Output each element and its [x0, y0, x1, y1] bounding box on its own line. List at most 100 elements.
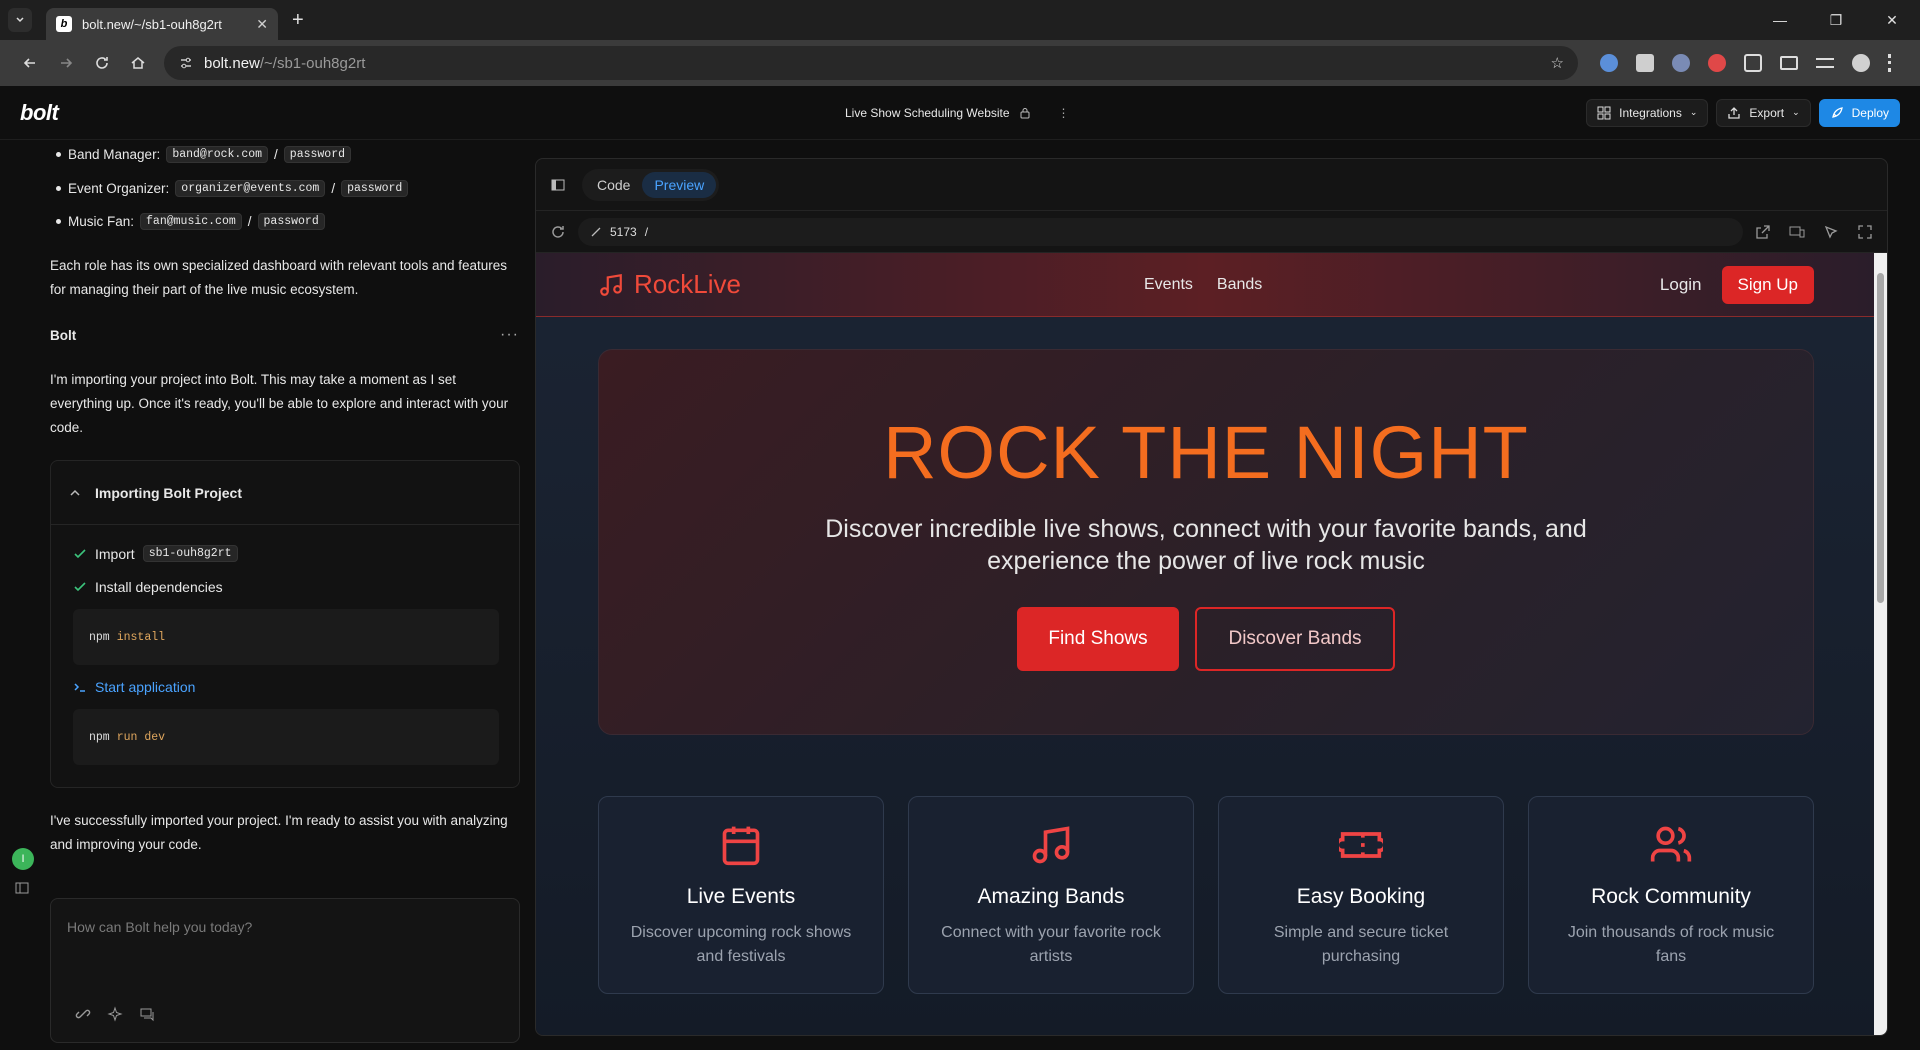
profile-avatar[interactable]	[1852, 54, 1870, 72]
reload-button[interactable]	[84, 55, 120, 71]
signup-button[interactable]: Sign Up	[1721, 265, 1814, 304]
forward-button[interactable]	[48, 55, 84, 71]
close-tab-icon[interactable]: ✕	[256, 16, 268, 33]
sidebar-toggle-icon[interactable]	[14, 880, 30, 896]
credential-password: password	[283, 146, 352, 163]
header-actions: Integrations ⌄ Export ⌄ Deploy	[1586, 98, 1900, 127]
more-options-icon[interactable]: ⋮	[1058, 106, 1070, 120]
step-import: Import sb1-ouh8g2rt	[73, 545, 238, 562]
minimize-icon[interactable]: —	[1752, 0, 1808, 40]
chat-input-tools	[75, 1006, 155, 1022]
bookmark-star-icon[interactable]: ☆	[1551, 54, 1564, 72]
feature-card: Rock Community Join thousands of rock mu…	[1528, 796, 1814, 994]
export-button[interactable]: Export ⌄	[1716, 98, 1811, 127]
home-button[interactable]	[120, 55, 156, 71]
back-button[interactable]	[12, 55, 48, 71]
browser-menu-icon[interactable]	[1888, 54, 1892, 72]
discover-bands-button[interactable]: Discover Bands	[1195, 607, 1395, 671]
command-bin: npm	[89, 730, 110, 744]
import-progress-box: Importing Bolt Project Import sb1-ouh8g2…	[50, 460, 520, 788]
puzzle-icon[interactable]	[1744, 54, 1762, 72]
find-shows-button[interactable]: Find Shows	[1017, 607, 1179, 671]
lock-icon	[1020, 107, 1030, 118]
tab-preview[interactable]: Preview	[642, 171, 717, 198]
address-bar: bolt.new/~/sb1-ouh8g2rt ☆	[0, 40, 1920, 86]
step-install-label: Install dependencies	[95, 579, 223, 595]
step-start[interactable]: Start application	[73, 679, 195, 695]
users-icon	[1650, 826, 1692, 862]
credential-item: Event Organizer: organizer@events.com / …	[55, 180, 409, 197]
fullscreen-icon[interactable]	[1857, 224, 1873, 240]
grid-icon	[1597, 106, 1611, 119]
step-install: Install dependencies	[73, 579, 223, 595]
sidebar-toggle-icon[interactable]	[550, 177, 566, 193]
command-block: npm install	[73, 609, 499, 665]
discuss-icon[interactable]	[139, 1006, 155, 1022]
site-info-icon[interactable]	[178, 55, 194, 71]
arrow-right-icon	[61, 58, 73, 68]
url-host: bolt.new	[204, 54, 260, 72]
feature-title: Rock Community	[1591, 885, 1751, 908]
port-icon[interactable]	[590, 226, 602, 238]
deploy-label: Deploy	[1851, 105, 1889, 120]
extension-icon[interactable]	[1636, 54, 1654, 72]
user-avatar[interactable]: I	[12, 848, 34, 870]
chat-input[interactable]: How can Bolt help you today?	[50, 898, 520, 1043]
reload-icon[interactable]	[550, 224, 566, 240]
project-title: Live Show Scheduling Website ⋮	[845, 106, 1070, 120]
scrollbar-thumb[interactable]	[1877, 273, 1884, 603]
integrations-label: Integrations	[1619, 105, 1682, 120]
feature-text: Simple and secure ticket purchasing	[1273, 924, 1449, 965]
close-window-icon[interactable]: ✕	[1864, 0, 1920, 40]
role-paragraph: Each role has its own specialized dashbo…	[50, 258, 508, 297]
tab-code[interactable]: Code	[585, 172, 642, 198]
command-arg: install	[116, 630, 166, 644]
hero-subtitle: Discover incredible live shows, connect …	[825, 515, 1587, 575]
chevron-down-icon: ⌄	[1689, 107, 1698, 117]
tab-search-button[interactable]	[8, 8, 32, 32]
browser-tab[interactable]: b bolt.new/~/sb1-ouh8g2rt ✕	[46, 8, 278, 40]
bolt-header: bolt Live Show Scheduling Website ⋮ Inte…	[0, 86, 1920, 140]
check-icon	[74, 548, 86, 558]
sparkle-icon[interactable]	[107, 1006, 123, 1022]
nav-link-bands[interactable]: Bands	[1217, 276, 1262, 294]
inspect-cursor-icon[interactable]	[1823, 224, 1839, 240]
url-field[interactable]: bolt.new/~/sb1-ouh8g2rt ☆	[164, 46, 1578, 80]
message-options-icon[interactable]: ···	[500, 326, 519, 344]
site-navbar: RockLive Events Bands Login Sign Up	[536, 253, 1876, 317]
bolt-logo[interactable]: bolt	[20, 100, 59, 126]
feature-text: Join thousands of rock music fans	[1567, 924, 1775, 965]
login-link[interactable]: Login	[1660, 275, 1702, 295]
credential-email: band@rock.com	[166, 146, 269, 163]
port-number: 5173	[610, 224, 637, 239]
credential-password: password	[341, 180, 409, 197]
chat-input-placeholder: How can Bolt help you today?	[67, 919, 253, 935]
open-external-icon[interactable]	[1755, 224, 1771, 240]
credential-role: Band Manager:	[68, 147, 161, 162]
restore-icon[interactable]: ❐	[1808, 0, 1864, 40]
preview-scrollbar[interactable]	[1874, 253, 1887, 1035]
media-icon[interactable]	[1816, 58, 1834, 68]
feature-title: Amazing Bands	[977, 885, 1125, 908]
feature-cards: Live Events Discover upcoming rock shows…	[598, 796, 1814, 994]
link-icon[interactable]	[75, 1006, 91, 1022]
import-box-header[interactable]: Importing Bolt Project	[51, 461, 519, 525]
new-tab-button[interactable]: +	[292, 9, 304, 32]
device-toggle-icon[interactable]	[1789, 224, 1805, 240]
nav-link-events[interactable]: Events	[1144, 276, 1193, 294]
credential-item: Band Manager: band@rock.com / password	[55, 146, 352, 163]
feature-card: Amazing Bands Connect with your favorite…	[908, 796, 1194, 994]
extension-icon[interactable]	[1600, 54, 1618, 72]
cast-icon[interactable]	[1780, 56, 1798, 70]
check-icon	[74, 582, 86, 592]
project-title-text: Live Show Scheduling Website	[845, 105, 1010, 120]
integrations-button[interactable]: Integrations ⌄	[1586, 98, 1709, 127]
done-paragraph: I've successfully imported your project.…	[50, 813, 508, 852]
arrow-left-icon	[23, 58, 35, 68]
extension-icon[interactable]	[1672, 54, 1690, 72]
site-brand[interactable]: RockLive	[598, 269, 741, 300]
preview-url-field[interactable]: 5173 /	[578, 217, 1743, 246]
url-path: /~/sb1-ouh8g2rt	[259, 54, 366, 72]
extension-icon[interactable]	[1708, 54, 1726, 72]
deploy-button[interactable]: Deploy	[1818, 98, 1900, 127]
